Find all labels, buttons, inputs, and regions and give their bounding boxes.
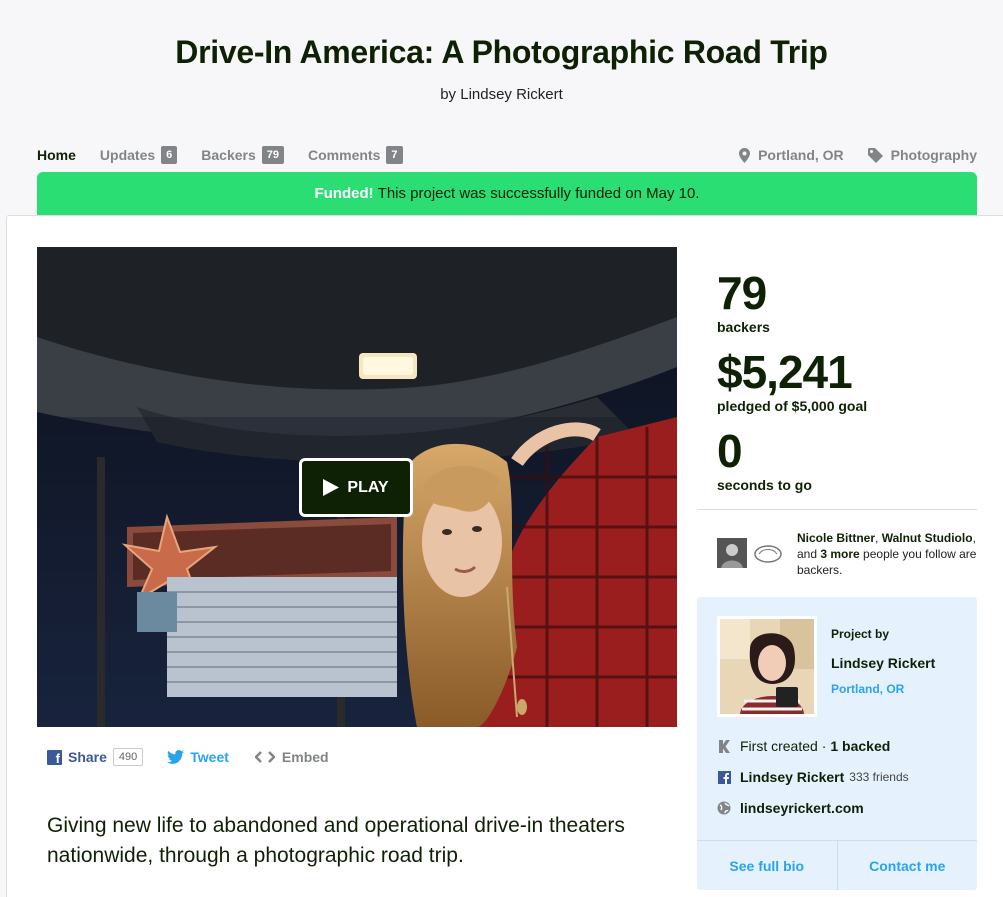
map-pin-icon <box>739 147 751 163</box>
facebook-share-label: Share <box>68 749 107 765</box>
time-remaining-number: 0 <box>717 425 743 477</box>
backers-label: backers <box>717 319 770 335</box>
facebook-icon: f <box>47 749 62 765</box>
share-bar: f Share 490 Tweet Embed <box>47 745 329 769</box>
creator-history-text: First created · <box>740 738 827 754</box>
tag-icon <box>867 147 883 163</box>
friends-text: Nicole Bittner, Walnut Studiolo, and 3 m… <box>797 531 977 577</box>
creator-location-link[interactable]: Portland, OR <box>831 682 904 696</box>
project-byline: by Lindsey Rickert <box>440 86 563 103</box>
location-link[interactable]: Portland, OR <box>739 147 844 163</box>
creator-heading: Project by <box>831 627 890 641</box>
globe-icon <box>717 801 731 815</box>
funded-label: Funded! <box>314 185 374 202</box>
nav-tab-updates[interactable]: Updates 6 <box>99 146 178 164</box>
project-blurb: Giving new life to abandoned and operati… <box>47 814 625 867</box>
friend-avatars <box>717 538 789 578</box>
funded-message: This project was successfully funded on … <box>377 185 700 202</box>
creator-history: First created · 1 backed <box>717 738 890 754</box>
more-friends-link[interactable]: 3 more <box>820 547 859 561</box>
category-label: Photography <box>890 147 977 163</box>
comments-count-badge: 7 <box>386 146 403 164</box>
friend-name-link[interactable]: Nicole Bittner <box>797 531 875 545</box>
backers-number: 79 <box>717 267 767 319</box>
play-button[interactable]: PLAY <box>299 458 413 517</box>
pledged-amount: $5,241 <box>717 346 853 398</box>
creator-avatar[interactable] <box>717 616 817 717</box>
nav-tab-label: Home <box>37 147 76 163</box>
creator-facebook-link[interactable]: Lindsey Rickert <box>740 769 844 785</box>
play-label: PLAY <box>347 478 389 496</box>
project-meta: Portland, OR Photography <box>715 145 977 165</box>
funded-banner: Funded! This project was successfully fu… <box>37 172 977 215</box>
tweet-button[interactable]: Tweet <box>167 749 229 765</box>
tweet-label: Tweet <box>190 749 229 765</box>
time-remaining-label: seconds to go <box>717 477 812 493</box>
nav-tab-comments[interactable]: Comments 7 <box>308 146 403 164</box>
creator-name[interactable]: Lindsey Rickert <box>831 655 935 671</box>
facebook-icon <box>717 770 731 784</box>
nav-tab-backers[interactable]: Backers 79 <box>201 146 285 164</box>
creator-website-link[interactable]: lindseyrickert.com <box>740 800 864 816</box>
creator-facebook-friends: 333 friends <box>849 770 909 784</box>
project-nav: Home Updates 6 Backers 79 Comments 7 <box>37 145 427 165</box>
stats-divider <box>697 509 977 510</box>
updates-count-badge: 6 <box>161 146 178 164</box>
creator-card: Project by Lindsey Rickert Portland, OR … <box>697 597 977 890</box>
embed-button[interactable]: Embed <box>254 749 329 765</box>
project-video[interactable]: PLAY <box>37 247 677 727</box>
category-link[interactable]: Photography <box>867 147 977 163</box>
nav-tab-label: Comments <box>308 147 381 163</box>
project-title: Drive-In America: A Photographic Road Tr… <box>175 34 828 70</box>
nav-tab-label: Updates <box>99 147 156 163</box>
creator-facebook: Lindsey Rickert 333 friends <box>717 769 909 785</box>
creator-actions: See full bio Contact me <box>697 840 977 890</box>
friend-avatar[interactable] <box>717 538 747 568</box>
facebook-share-button[interactable]: f Share <box>47 749 107 765</box>
friends-backers: Nicole Bittner, Walnut Studiolo, and 3 m… <box>717 530 977 578</box>
play-icon <box>323 479 340 496</box>
contact-me-button[interactable]: Contact me <box>836 841 978 890</box>
project-stats: 79 backers $5,241 pledged of $5,000 goal… <box>717 270 977 493</box>
facebook-share-count: 490 <box>112 748 144 766</box>
pledged-label: pledged of $5,000 goal <box>717 398 868 414</box>
nav-tab-label: Backers <box>201 147 256 163</box>
kickstarter-k-icon <box>717 739 731 753</box>
see-full-bio-button[interactable]: See full bio <box>697 841 837 890</box>
twitter-bird-icon <box>167 750 185 764</box>
nav-tab-home[interactable]: Home <box>37 147 76 163</box>
creator-backed-count[interactable]: 1 backed <box>830 738 890 754</box>
location-label: Portland, OR <box>758 147 844 163</box>
friend-name-link[interactable]: Walnut Studiolo <box>882 531 973 545</box>
embed-label: Embed <box>281 749 329 765</box>
friend-avatar[interactable] <box>753 538 783 568</box>
creator-photo-image <box>720 619 814 714</box>
backers-count-badge: 79 <box>261 146 285 164</box>
code-brackets-icon <box>254 751 275 763</box>
creator-website: lindseyrickert.com <box>717 800 864 816</box>
